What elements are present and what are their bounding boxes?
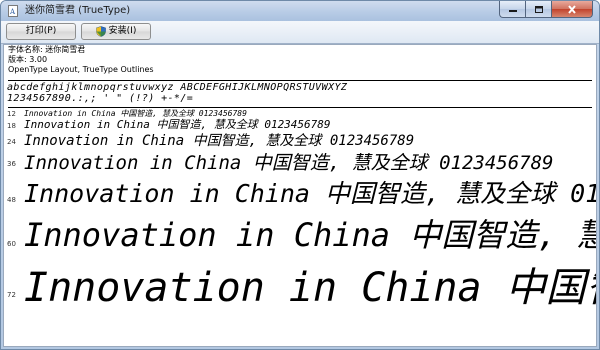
sample-text: Innovation in China 中国智造, 慧及全球 012345678…: [24, 118, 331, 131]
print-button[interactable]: 打印(P): [6, 23, 76, 40]
sample-size-label: 48: [7, 196, 16, 204]
sample-text: Innovation in China 中国智造, 慧及全球 012345678…: [24, 216, 596, 254]
minimize-icon: [508, 10, 517, 12]
close-button[interactable]: [551, 1, 593, 18]
sample-row-24: 24 Innovation in China 中国智造, 慧及全球 012345…: [4, 132, 596, 150]
sample-size-label: 24: [7, 138, 16, 146]
caption-buttons: [499, 1, 593, 19]
sample-size-label: 72: [7, 291, 16, 299]
sample-size-label: 18: [7, 122, 16, 130]
title-bar[interactable]: A 迷你简雪君 (TrueType): [1, 1, 599, 21]
sample-row-72: 72 Innovation in China 中国智造, 慧及全球 012345…: [4, 260, 596, 320]
maximize-icon: [534, 5, 543, 13]
print-button-label: 打印(P): [25, 26, 57, 36]
charset-digits-symbols: 1234567890.:,; ' " (!?) +-*/=: [7, 93, 194, 104]
sample-text: Innovation in China 中国智造, 慧及全球 012345678…: [24, 179, 596, 208]
minimize-button[interactable]: [499, 1, 525, 18]
window-title: 迷你简雪君 (TrueType): [25, 5, 131, 16]
font-viewer-window: A 迷你简雪君 (TrueType) 打印(P) 安装(I) 字体名称: 迷你简…: [0, 0, 600, 350]
svg-text:A: A: [9, 8, 16, 16]
sample-text: Innovation in China 中国智造, 慧及全球 012345678…: [24, 133, 415, 149]
font-info: 字体名称: 迷你简雪君 版本: 3.00 OpenType Layout, Tr…: [8, 45, 154, 75]
close-icon: [568, 4, 576, 14]
sample-size-label: 60: [7, 240, 16, 248]
sample-row-12: 12 Innovation in China 中国智造, 慧及全球 012345…: [4, 109, 596, 118]
sample-size-label: 12: [7, 110, 16, 118]
sample-size-label: 36: [7, 160, 16, 168]
toolbar: 打印(P) 安装(I): [1, 21, 599, 44]
sample-text: Innovation in China 中国智造, 慧及全球 012345678…: [24, 265, 596, 311]
charset-letters: abcdefghijklmnopqrstuvwxyz ABCDEFGHIJKLM…: [7, 82, 348, 93]
sample-row-48: 48 Innovation in China 中国智造, 慧及全球 012345…: [4, 177, 596, 212]
sample-text: Innovation in China 中国智造, 慧及全球 012345678…: [24, 152, 554, 174]
install-button-label: 安装(I): [108, 26, 137, 36]
font-name-line: 字体名称: 迷你简雪君: [8, 45, 86, 54]
sample-row-18: 18 Innovation in China 中国智造, 慧及全球 012345…: [4, 118, 596, 132]
divider: [8, 107, 592, 108]
install-button[interactable]: 安装(I): [81, 23, 151, 40]
font-type-line: OpenType Layout, TrueType Outlines: [8, 65, 154, 74]
sample-text: Innovation in China 中国智造, 慧及全球 012345678…: [24, 109, 247, 118]
divider: [8, 80, 592, 81]
font-preview-pane[interactable]: 字体名称: 迷你简雪君 版本: 3.00 OpenType Layout, Tr…: [3, 44, 597, 347]
maximize-button[interactable]: [525, 1, 551, 18]
shield-icon: [95, 26, 106, 37]
font-file-icon: A: [8, 5, 18, 17]
font-version-line: 版本: 3.00: [8, 55, 48, 64]
sample-row-36: 36 Innovation in China 中国智造, 慧及全球 012345…: [4, 150, 596, 176]
sample-row-60: 60 Innovation in China 中国智造, 慧及全球 012345…: [4, 212, 596, 260]
